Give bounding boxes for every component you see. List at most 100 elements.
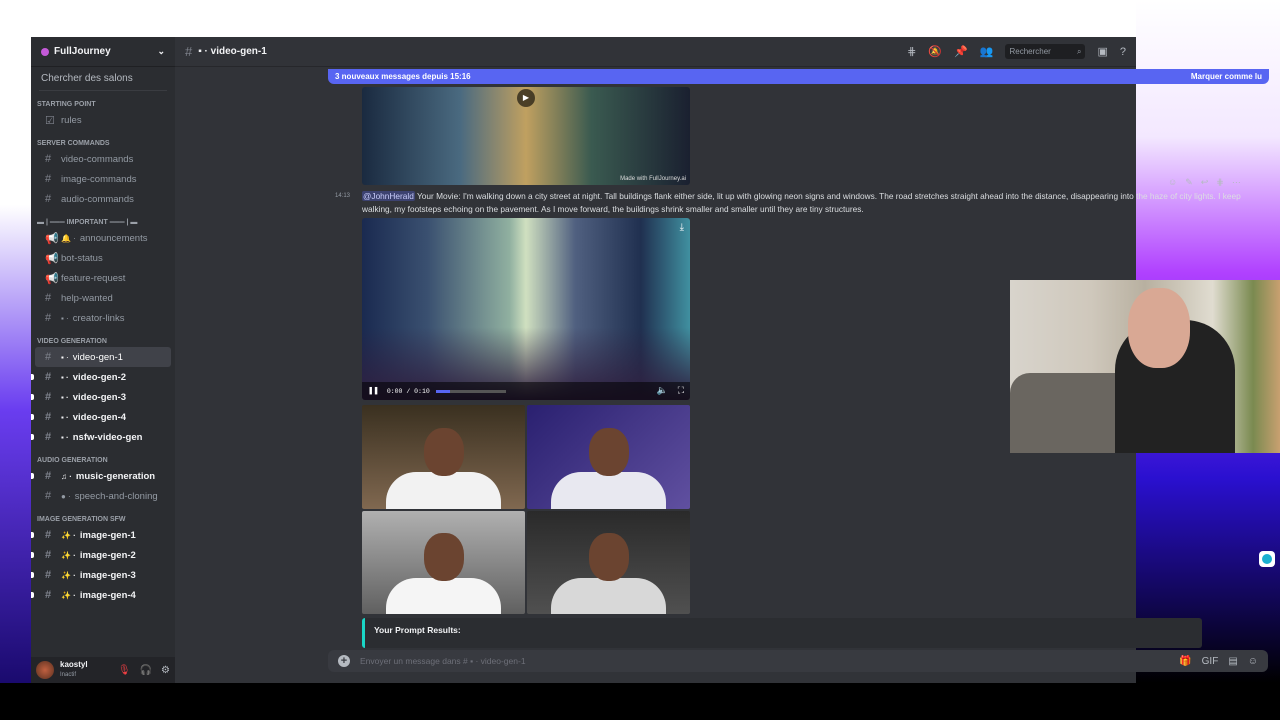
gift-icon[interactable]: 🎁 <box>1179 656 1191 667</box>
rules-icon: ☑ <box>45 114 55 127</box>
channel-rules[interactable]: ☑ rules <box>35 110 171 130</box>
channel-image-gen-2[interactable]: # ✨ · image-gen-2 <box>31 545 171 565</box>
video-time: 0:00 / 0:10 <box>386 387 430 395</box>
hash-icon: # <box>45 490 52 502</box>
unread-indicator <box>31 473 34 479</box>
channel-creator-links[interactable]: # ▪ · creator-links <box>35 308 171 328</box>
hash-icon: # <box>45 569 52 581</box>
video-player[interactable]: ⤓ ❚❚ 0:00 / 0:10 🔈 ⛶ <box>362 218 690 400</box>
channel-emoji-icon: ▪ · <box>61 392 69 402</box>
hash-icon: # <box>45 431 52 443</box>
server-header[interactable]: FullJourney ⌄ <box>31 37 175 67</box>
avatar[interactable] <box>36 661 54 679</box>
play-icon[interactable]: ▶ <box>517 89 535 107</box>
threads-icon[interactable]: ⋕ <box>907 45 916 58</box>
hash-icon: 📢 <box>45 252 59 265</box>
members-icon[interactable]: 👥 <box>980 45 994 58</box>
channel-label: video-gen-1 <box>72 351 123 363</box>
mute-mic-icon[interactable]: 🎙 <box>118 665 131 676</box>
watermark: Made with FullJourney.ai <box>620 176 686 182</box>
channel-image-gen-1[interactable]: # ✨ · image-gen-1 <box>31 525 171 545</box>
new-messages-banner[interactable]: 3 nouveaux messages depuis 15:16 Marquer… <box>328 69 1269 84</box>
channel-label: help-wanted <box>61 292 113 304</box>
hash-icon: # <box>45 153 52 165</box>
floating-app-icon[interactable] <box>1259 551 1275 567</box>
user-mention[interactable]: @JohnHerald <box>362 191 415 201</box>
video-progress-bar[interactable] <box>435 389 506 393</box>
search-input[interactable]: Rechercher ⌕ <box>1005 44 1086 59</box>
channel-bot-status[interactable]: 📢 bot-status <box>35 248 171 268</box>
reply-icon[interactable]: ↩ <box>1201 177 1209 188</box>
download-icon[interactable]: ⤓ <box>680 222 684 233</box>
gear-icon[interactable]: ⚙ <box>161 665 170 676</box>
channel-label: image-gen-3 <box>79 569 136 581</box>
channel-emoji-icon: ✨ · <box>61 530 76 540</box>
channel-nsfw-video-gen[interactable]: # ▪ · nsfw-video-gen <box>31 427 171 447</box>
channel-emoji-icon: 🔔 · <box>61 233 76 243</box>
inbox-icon[interactable]: ▣ <box>1097 45 1107 58</box>
sticker-icon[interactable]: ▤ <box>1228 656 1237 667</box>
pin-icon[interactable]: 📌 <box>954 45 968 58</box>
notifications-muted-icon[interactable]: 🔕 <box>928 45 942 58</box>
mark-as-read-button[interactable]: Marquer comme lu <box>1191 72 1262 81</box>
unread-indicator <box>31 572 34 578</box>
channel-video-commands[interactable]: # video-commands <box>35 149 171 169</box>
category-header[interactable]: IMAGE GENERATION SFW <box>31 506 175 525</box>
prompt-results-embed: Your Prompt Results: <box>362 618 1202 648</box>
unread-indicator <box>31 552 34 558</box>
channel-label: image-gen-2 <box>79 549 136 561</box>
channel-video-gen-3[interactable]: # ▪ · video-gen-3 <box>31 387 171 407</box>
hash-icon: # <box>45 173 52 185</box>
gif-icon[interactable]: GIF <box>1202 656 1219 667</box>
generated-image[interactable] <box>362 510 525 614</box>
search-channels-label: Chercher des salons <box>41 73 133 84</box>
channel-audio-commands[interactable]: # audio-commands <box>35 189 171 209</box>
channel-music-generation[interactable]: # ♫ · music-generation <box>31 466 171 486</box>
channel-label: creator-links <box>72 312 125 324</box>
channel-label: bot-status <box>61 252 103 264</box>
fullscreen-icon[interactable]: ⛶ <box>678 386 684 396</box>
category-header[interactable]: VIDEO GENERATION <box>31 328 175 347</box>
more-icon[interactable]: ⋯ <box>1232 177 1241 188</box>
add-attachment-icon[interactable]: + <box>338 655 350 667</box>
channel-video-gen-1[interactable]: # ▪ · video-gen-1 <box>35 347 171 367</box>
channel-emoji-icon: ✨ · <box>61 590 76 600</box>
channel-help-wanted[interactable]: # help-wanted <box>35 288 171 308</box>
thread-icon[interactable]: ⋕ <box>1216 177 1224 188</box>
category-header[interactable]: AUDIO GENERATION <box>31 447 175 466</box>
message-input[interactable]: + Envoyer un message dans # ▪ · video-ge… <box>328 650 1268 672</box>
emoji-icon[interactable]: ☺ <box>1248 656 1258 667</box>
channel-image-gen-4[interactable]: # ✨ · image-gen-4 <box>31 585 171 605</box>
generated-image[interactable] <box>527 405 690 509</box>
hash-icon: # <box>45 589 52 601</box>
channel-label: feature-request <box>61 272 126 284</box>
add-reaction-icon[interactable]: ☺ <box>1168 177 1177 188</box>
edit-icon[interactable]: ✎ <box>1185 177 1193 188</box>
channel-label: speech-and-cloning <box>74 490 158 502</box>
channel-image-gen-3[interactable]: # ✨ · image-gen-3 <box>31 565 171 585</box>
channel-feature-request[interactable]: 📢 feature-request <box>35 268 171 288</box>
channel-video-gen-2[interactable]: # ▪ · video-gen-2 <box>31 367 171 387</box>
headphones-icon[interactable]: 🎧 <box>140 665 152 676</box>
channel-announcements[interactable]: 📢 🔔 · announcements <box>35 228 171 248</box>
previous-video-thumbnail[interactable]: ▶ Made with FullJourney.ai <box>362 87 690 185</box>
generated-image[interactable] <box>527 510 690 614</box>
hash-icon: # <box>45 470 52 482</box>
channel-speech-and-cloning[interactable]: # ● · speech-and-cloning <box>35 486 171 506</box>
webcam-overlay <box>1010 280 1280 453</box>
generated-image[interactable] <box>362 405 525 509</box>
channel-search-button[interactable]: Chercher des salons <box>39 67 167 91</box>
category-header[interactable]: ▬ | ═══ IMPORTANT ═══ | ▬ <box>31 209 175 228</box>
help-icon[interactable]: ? <box>1120 46 1126 58</box>
channel-video-gen-4[interactable]: # ▪ · video-gen-4 <box>31 407 171 427</box>
category-header[interactable]: SERVER COMMANDS <box>31 130 175 149</box>
pause-icon[interactable]: ❚❚ <box>368 386 379 396</box>
channel-image-commands[interactable]: # image-commands <box>35 169 171 189</box>
hash-icon: # <box>45 411 52 423</box>
channel-label: video-gen-4 <box>72 411 127 423</box>
discord-window: FullJourney ⌄ Chercher des salons STARTI… <box>31 37 1275 683</box>
search-icon: ⌕ <box>1076 46 1082 56</box>
hash-icon: # <box>45 312 52 324</box>
volume-icon[interactable]: 🔈 <box>656 386 667 396</box>
category-header[interactable]: STARTING POINT <box>31 91 175 110</box>
